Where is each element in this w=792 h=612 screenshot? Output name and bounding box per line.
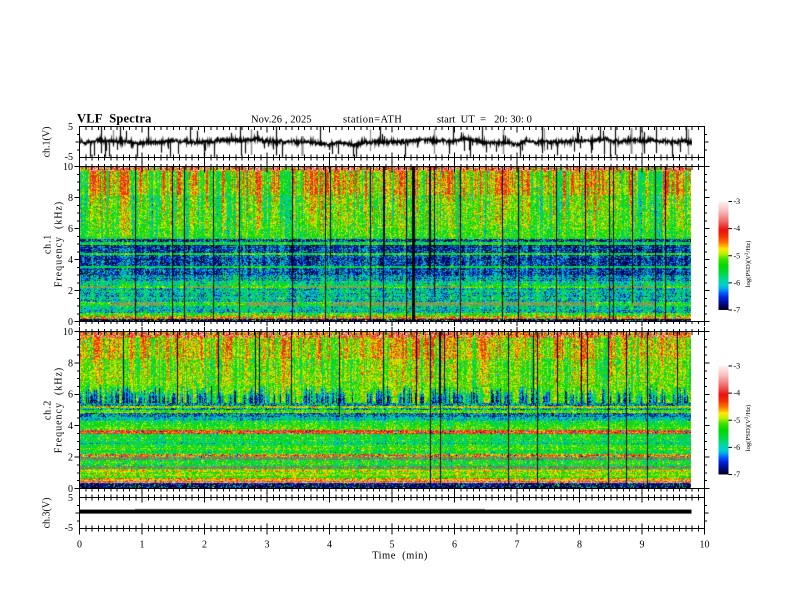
svg-text:8: 8	[68, 193, 73, 204]
svg-text:0: 0	[77, 540, 82, 551]
svg-text:2: 2	[68, 453, 73, 464]
svg-text:4: 4	[327, 540, 332, 551]
svg-text:start UT = 20: 30: 0: start UT = 20: 30: 0	[437, 115, 532, 126]
svg-text:9: 9	[640, 540, 645, 551]
svg-text:log(PSD)(V2/Hz): log(PSD)(V2/Hz)	[745, 405, 752, 452]
svg-text:5: 5	[390, 540, 395, 551]
svg-text:-7: -7	[734, 470, 741, 479]
svg-text:-4: -4	[734, 389, 741, 398]
svg-text:log(PSD)(V2/Hz): log(PSD)(V2/Hz)	[745, 241, 752, 288]
svg-text:4: 4	[68, 421, 73, 432]
svg-text:Time (min): Time (min)	[372, 551, 428, 562]
svg-text:ch.1: ch.1	[42, 234, 53, 254]
svg-text:10: 10	[700, 540, 710, 551]
svg-text:1: 1	[140, 540, 145, 551]
svg-text:-5: -5	[734, 251, 741, 260]
svg-text:2: 2	[202, 540, 207, 551]
svg-text:7: 7	[515, 540, 520, 551]
svg-text:4: 4	[68, 255, 73, 266]
svg-text:10: 10	[63, 327, 73, 338]
svg-text:Nov.26 , 2025: Nov.26 , 2025	[251, 115, 312, 126]
svg-text:10: 10	[63, 162, 73, 173]
svg-text:station=ATH: station=ATH	[343, 115, 402, 126]
svg-text:3: 3	[265, 540, 270, 551]
svg-text:VLF Spectra: VLF Spectra	[77, 112, 152, 126]
svg-text:-5: -5	[734, 416, 741, 425]
svg-text:ch.2: ch.2	[42, 400, 53, 420]
svg-text:-6: -6	[734, 443, 741, 452]
svg-text:6: 6	[68, 390, 73, 401]
svg-text:8: 8	[68, 358, 73, 369]
svg-text:2: 2	[68, 286, 73, 297]
svg-text:6: 6	[452, 540, 457, 551]
svg-text:ch.1(V): ch.1(V)	[41, 127, 52, 158]
svg-text:5: 5	[68, 122, 73, 133]
svg-text:-5: -5	[65, 523, 73, 534]
svg-text:6: 6	[68, 224, 73, 235]
svg-text:-6: -6	[734, 279, 741, 288]
svg-text:-7: -7	[734, 306, 741, 315]
svg-text:Frequency (kHz): Frequency (kHz)	[53, 201, 64, 288]
svg-text:8: 8	[577, 540, 582, 551]
svg-text:5: 5	[68, 493, 73, 504]
svg-text:-3: -3	[734, 197, 741, 206]
svg-text:ch.3(V): ch.3(V)	[41, 498, 52, 529]
svg-text:-3: -3	[734, 362, 741, 371]
svg-text:-4: -4	[734, 224, 741, 233]
svg-text:Frequency (kHz): Frequency (kHz)	[53, 367, 64, 454]
